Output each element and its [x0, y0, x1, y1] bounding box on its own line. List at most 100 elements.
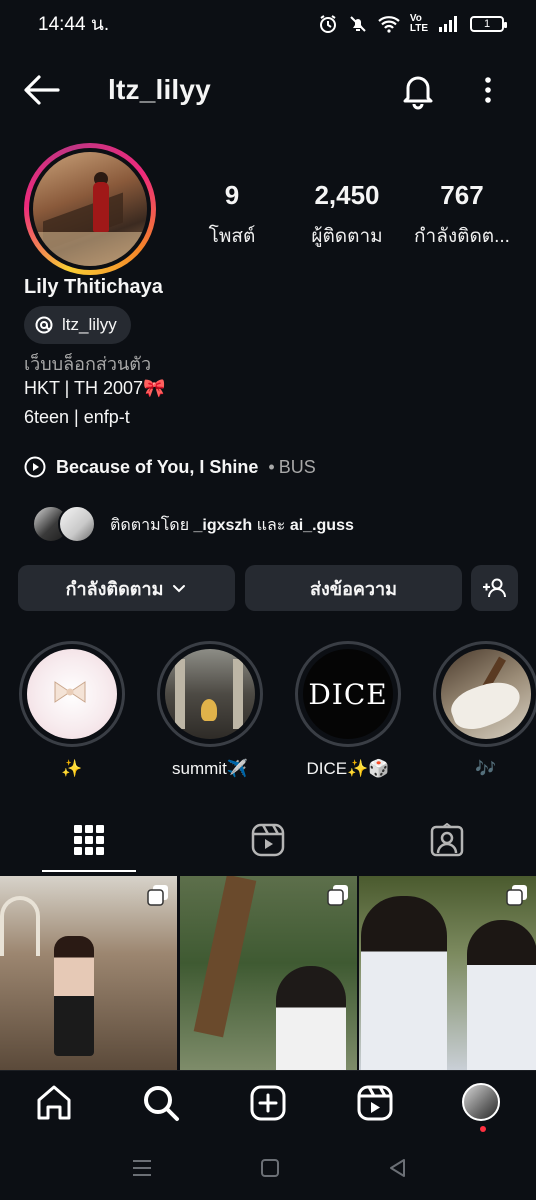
profile-header: ltz_lilyy: [0, 60, 536, 120]
tab-tagged[interactable]: [358, 808, 536, 872]
search-icon: [144, 1086, 179, 1121]
profile-username-title: ltz_lilyy: [108, 74, 211, 105]
following-button[interactable]: กำลังติดตาม: [18, 565, 235, 611]
music-separator: •: [268, 456, 275, 477]
stat-posts-label: โพสต์: [208, 226, 256, 247]
carousel-icon: [147, 885, 168, 906]
nav-create[interactable]: [248, 1083, 288, 1123]
mutual-user-2: ai_.guss: [289, 516, 354, 534]
back-system-button[interactable]: [386, 1156, 410, 1180]
nav-home[interactable]: [34, 1083, 74, 1123]
mutual-avatars: [32, 505, 96, 545]
highlight-cover: DICE: [303, 649, 393, 739]
stat-following[interactable]: 767 กำลังติดต...: [410, 180, 514, 251]
followed-by[interactable]: ติดตามโดย _igxszh และ ai_.guss: [32, 505, 354, 545]
highlight-label: DICE✨🎲: [306, 759, 390, 778]
reels-icon: [251, 823, 285, 857]
profile-tabs: [0, 808, 536, 872]
message-button[interactable]: ส่งข้อความ: [245, 565, 462, 611]
battery-level: 1: [483, 18, 491, 30]
highlight-cover: [27, 649, 117, 739]
tagged-user-icon: [430, 823, 464, 857]
reels-icon: [357, 1085, 393, 1121]
recent-apps-button[interactable]: [130, 1156, 154, 1180]
mute-icon: [350, 16, 366, 32]
highlight-cover: [441, 649, 531, 739]
nav-profile[interactable]: [462, 1083, 502, 1132]
stat-posts-count: 9: [224, 180, 240, 210]
nav-reels[interactable]: [355, 1083, 395, 1123]
music-artist: BUS: [278, 456, 316, 477]
highlight-cover: [165, 649, 255, 739]
threads-badge[interactable]: ltz_lilyy: [24, 306, 131, 344]
bio-line-1: HKT | TH 2007🎀: [24, 378, 166, 398]
status-icons: Vo LTE 1: [318, 13, 507, 34]
add-user-icon: [482, 578, 506, 598]
notifications-button[interactable]: [398, 70, 438, 110]
bell-icon: [403, 76, 433, 110]
story-highlight[interactable]: ✨: [18, 641, 126, 779]
music-title: Because of You, I Shine: [56, 456, 259, 477]
avatar: [58, 505, 96, 543]
stat-followers-count: 2,450: [314, 180, 380, 210]
active-tab-indicator: [42, 870, 136, 872]
avatar: [462, 1083, 500, 1121]
message-button-label: ส่งข้อความ: [309, 578, 397, 599]
bottom-navigation: [0, 1070, 536, 1136]
profile-music[interactable]: Because of You, I Shine • BUS: [24, 456, 316, 478]
stat-followers[interactable]: 2,450 ผู้ติดตาม: [305, 180, 389, 251]
home-system-button[interactable]: [258, 1156, 282, 1180]
triangle-back-icon: [390, 1159, 405, 1177]
signal-icon: [439, 16, 457, 32]
wifi-icon: [378, 16, 400, 33]
threads-icon: [35, 316, 53, 334]
highlight-label: ✨: [61, 759, 83, 778]
highlight-label: 🎶: [475, 759, 497, 778]
alarm-icon: [319, 15, 336, 33]
threads-handle: ltz_lilyy: [62, 315, 117, 334]
followed-by-text: ติดตามโดย _igxszh และ ai_.guss: [110, 513, 354, 538]
story-highlight[interactable]: DICE DICE✨🎲: [294, 641, 402, 779]
bow-icon: [54, 681, 86, 703]
avatar-photo: [33, 152, 147, 266]
tab-posts-grid[interactable]: [0, 808, 178, 872]
status-time: 14:44 น.: [38, 14, 110, 35]
plus-square-icon: [250, 1085, 286, 1121]
more-options-button[interactable]: [474, 72, 502, 108]
status-bar: 14:44 น. Vo LTE 1: [0, 0, 536, 48]
arrow-left-icon: [24, 75, 60, 105]
more-vertical-icon: [485, 77, 491, 103]
suggested-users-button[interactable]: [471, 565, 518, 611]
menu-icon: [133, 1160, 151, 1176]
tab-reels[interactable]: [179, 808, 357, 872]
battery-icon: 1: [470, 16, 507, 32]
story-highlight[interactable]: 🎶: [432, 641, 536, 779]
square-icon: [261, 1159, 279, 1177]
volte-icon: Vo LTE: [409, 13, 428, 34]
back-button[interactable]: [22, 73, 62, 107]
story-highlight[interactable]: summit✈️: [156, 641, 264, 779]
nav-search[interactable]: [141, 1083, 181, 1123]
home-icon: [37, 1085, 71, 1120]
following-button-label: กำลังติดตาม: [65, 578, 164, 599]
post-thumbnail[interactable]: [0, 876, 177, 1070]
stat-following-label: กำลังติดต...: [414, 226, 510, 247]
carousel-icon: [506, 885, 527, 906]
play-circle-icon: [24, 456, 46, 478]
highlight-label: summit✈️: [172, 759, 248, 778]
stat-followers-label: ผู้ติดตาม: [311, 226, 383, 247]
followed-by-prefix: ติดตามโดย: [110, 516, 190, 534]
notification-dot: [480, 1126, 486, 1132]
profile-full-name: Lily Thitichaya: [24, 276, 163, 298]
followed-by-conjunction: และ: [256, 516, 286, 534]
profile-category: เว็บบล็อกส่วนตัว: [24, 354, 152, 374]
post-thumbnail[interactable]: [180, 876, 357, 1070]
grid-icon: [74, 825, 104, 855]
system-navigation: [0, 1136, 536, 1200]
bio-line-2: 6teen | enfp-t: [24, 407, 130, 427]
post-thumbnail[interactable]: [359, 876, 536, 1070]
profile-avatar[interactable]: [24, 143, 156, 275]
stat-posts[interactable]: 9 โพสต์: [202, 180, 262, 251]
posts-grid: [0, 876, 536, 1070]
chevron-down-icon: [173, 585, 186, 593]
